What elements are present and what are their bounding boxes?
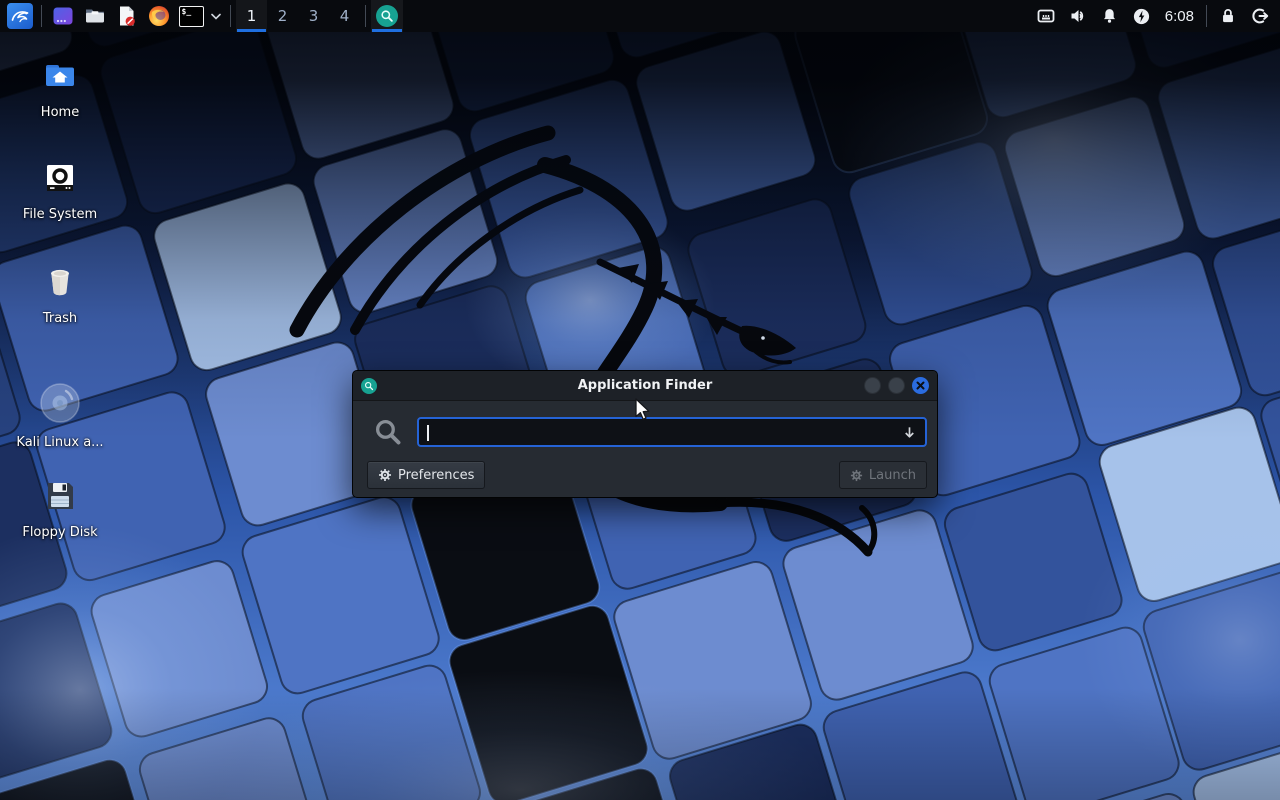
desktop-icon-home[interactable]: Home — [14, 58, 106, 121]
power-battery-icon — [1132, 7, 1151, 26]
gear-icon — [378, 468, 392, 482]
trash-bin-icon — [42, 264, 78, 300]
notifications-tray-button[interactable] — [1094, 0, 1126, 32]
screen-lock-button[interactable] — [1212, 0, 1244, 32]
desktop-icon-kali-linux[interactable]: Kali Linux a... — [14, 382, 106, 451]
maximize-button[interactable] — [888, 377, 905, 394]
firefox-launcher[interactable] — [143, 0, 175, 32]
desktop-icon-label: Home — [41, 106, 79, 121]
kali-menu-button[interactable] — [4, 0, 36, 32]
close-icon — [916, 381, 925, 390]
terminal-launcher[interactable]: $_ — [175, 0, 207, 32]
app-window-launcher[interactable] — [47, 0, 79, 32]
firefox-icon — [147, 4, 171, 28]
lock-icon — [1219, 7, 1237, 25]
terminal-glyph: $_ — [182, 7, 192, 16]
workspace-button-1[interactable]: 1 — [236, 0, 267, 32]
panel-separator — [41, 5, 42, 27]
network-tray-button[interactable] — [1030, 0, 1062, 32]
folder-icon — [83, 4, 107, 28]
desktop-icon-floppy-disk[interactable]: Floppy Disk — [14, 478, 106, 541]
desktop-icon-trash[interactable]: Trash — [14, 264, 106, 327]
panel-separator — [1206, 5, 1207, 27]
hard-drive-icon — [42, 160, 78, 196]
log-out-icon — [1250, 6, 1270, 26]
launch-label: Launch — [869, 468, 916, 483]
desktop-screen: $_ 1 2 3 4 — [0, 0, 1280, 800]
disc-icon — [39, 382, 81, 424]
desktop-icon-label: Floppy Disk — [22, 526, 97, 541]
desktop-icon-label: Trash — [43, 312, 77, 327]
titlebar[interactable]: Application Finder — [353, 371, 937, 401]
desktop-icon-file-system[interactable]: File System — [14, 160, 106, 223]
window-title: Application Finder — [353, 378, 937, 393]
close-button[interactable] — [912, 377, 929, 394]
network-icon — [1036, 6, 1056, 26]
app-window-icon — [51, 4, 75, 28]
kali-dragon-icon — [7, 3, 33, 29]
window-search-icon — [361, 378, 377, 394]
terminal-icon: $_ — [179, 6, 204, 27]
minimize-button[interactable] — [864, 377, 881, 394]
panel-separator — [230, 5, 231, 27]
preferences-label: Preferences — [398, 468, 474, 483]
workspace-button-3[interactable]: 3 — [298, 0, 329, 32]
volume-icon — [1068, 6, 1088, 26]
panel-separator — [365, 5, 366, 27]
floppy-disk-icon — [42, 478, 78, 514]
execute-gear-icon — [850, 469, 863, 482]
terminal-dropdown-button[interactable] — [207, 0, 225, 32]
search-icon — [376, 5, 398, 27]
home-folder-icon — [42, 58, 78, 94]
chevron-down-icon — [211, 13, 221, 20]
desktop-icon-label: File System — [23, 208, 97, 223]
bell-icon — [1100, 7, 1119, 26]
arrow-down-icon — [902, 425, 917, 440]
preferences-button[interactable]: Preferences — [367, 461, 485, 489]
power-manager-tray-button[interactable] — [1126, 0, 1158, 32]
workspace-button-4[interactable]: 4 — [329, 0, 360, 32]
history-dropdown-arrow[interactable] — [902, 425, 917, 440]
text-editor-icon — [115, 4, 139, 28]
application-finder-window: Application Finder — [352, 370, 938, 498]
file-manager-launcher[interactable] — [79, 0, 111, 32]
search-input[interactable] — [417, 417, 927, 447]
text-editor-launcher[interactable] — [111, 0, 143, 32]
workspace-button-2[interactable]: 2 — [267, 0, 298, 32]
text-caret — [427, 425, 429, 441]
clock[interactable]: 6:08 — [1158, 0, 1201, 32]
top-panel: $_ 1 2 3 4 — [0, 0, 1280, 32]
volume-tray-button[interactable] — [1062, 0, 1094, 32]
task-button-application-finder[interactable] — [371, 0, 403, 32]
search-icon-large — [373, 417, 403, 447]
logout-button[interactable] — [1244, 0, 1276, 32]
launch-button[interactable]: Launch — [839, 461, 927, 489]
desktop-icon-label: Kali Linux a... — [16, 436, 103, 451]
